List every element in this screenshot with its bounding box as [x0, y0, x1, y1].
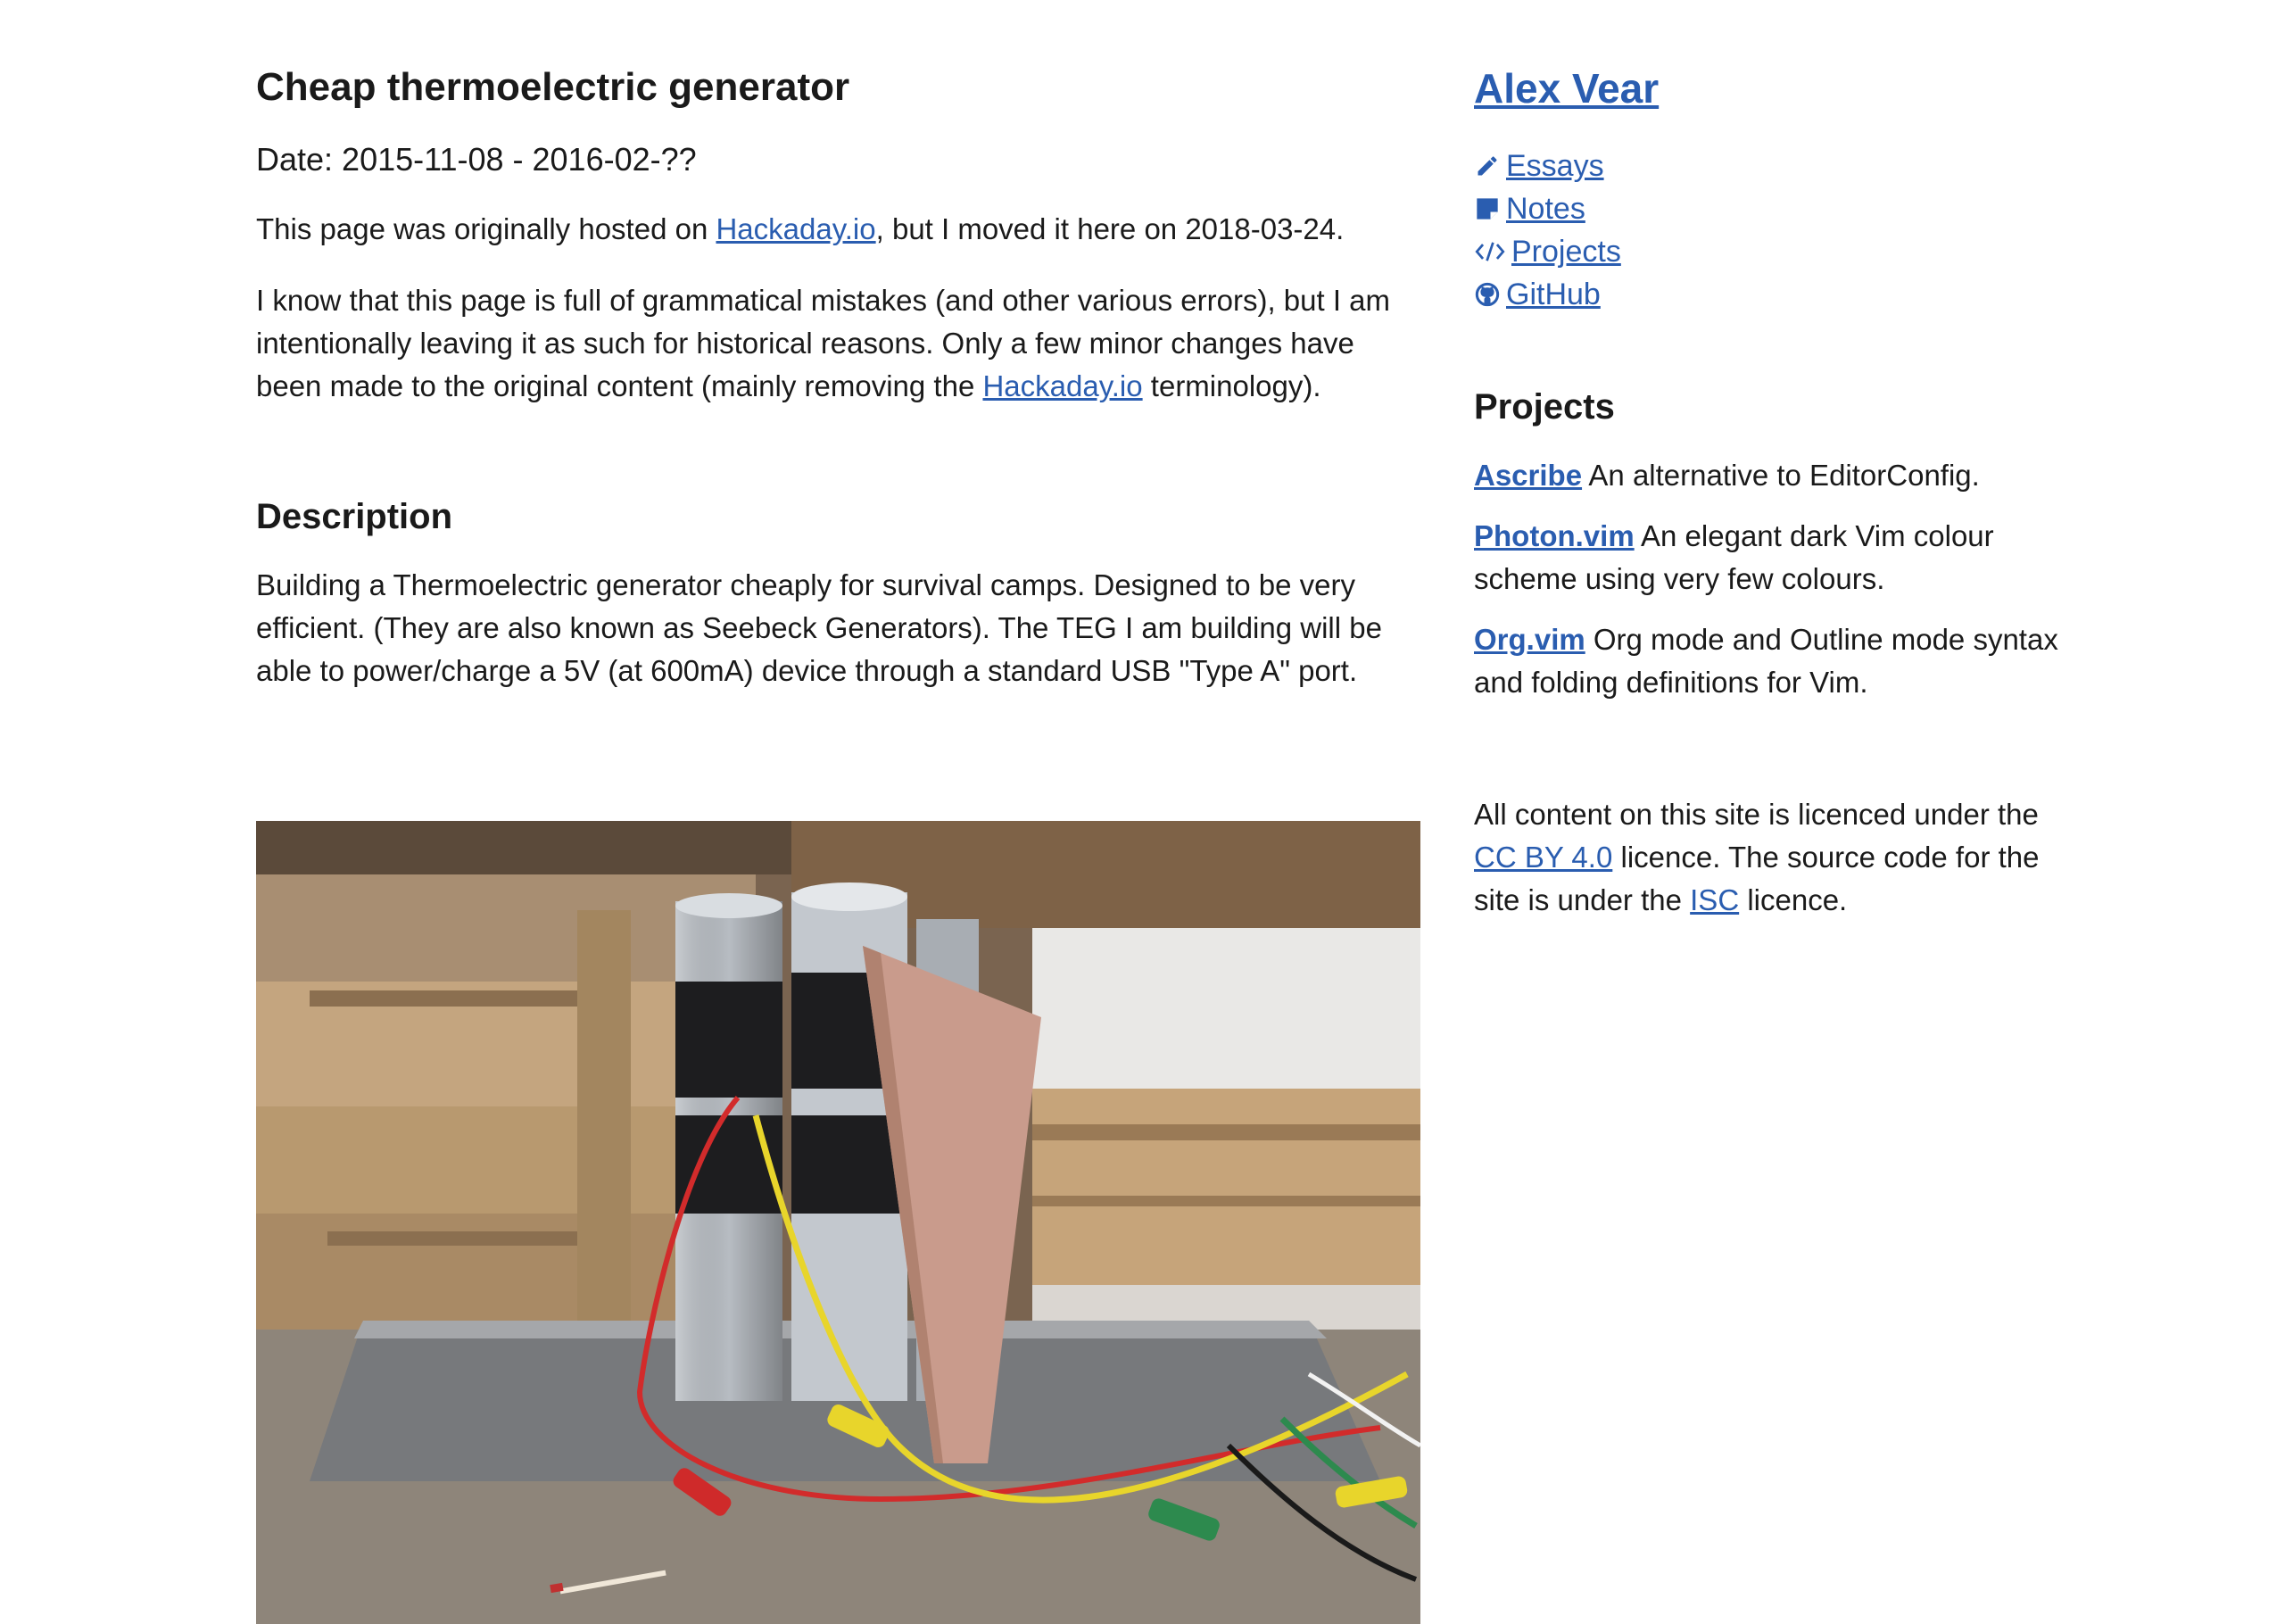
teg-photo: [256, 821, 1420, 1624]
sticky-note-icon: [1474, 195, 1501, 222]
nav-link-projects[interactable]: Projects: [1511, 230, 1621, 273]
nav-item-notes: Notes: [1474, 187, 2081, 230]
github-icon: [1474, 281, 1501, 308]
intro1-text-before: This page was originally hosted on: [256, 212, 716, 245]
intro-paragraph-1: This page was originally hosted on Hacka…: [256, 208, 1420, 251]
project-item: Org.vim Org mode and Outline mode syntax…: [1474, 618, 2081, 704]
intro1-text-after: , but I moved it here on 2018-03-24.: [875, 212, 1345, 245]
project-desc: An alternative to EditorConfig.: [1582, 459, 1980, 492]
pencil-icon: [1474, 153, 1501, 179]
project-link-photon-vim[interactable]: Photon.vim: [1474, 519, 1635, 552]
license-text-after: licence.: [1739, 883, 1848, 916]
teg-photo-illustration: [256, 821, 1420, 1624]
article-date: Date: 2015-11-08 - 2016-02-??: [256, 141, 697, 178]
site-title-link[interactable]: Alex Vear: [1474, 64, 1659, 112]
sidebar: Alex Vear Essays Notes Projects GitHub P…: [1474, 54, 2081, 950]
description-paragraph: Building a Thermoelectric generator chea…: [256, 568, 1382, 687]
nav-item-projects: Projects: [1474, 230, 2081, 273]
code-icon: [1474, 238, 1506, 265]
sidebar-nav: Essays Notes Projects GitHub: [1474, 145, 2081, 316]
project-link-org-vim[interactable]: Org.vim: [1474, 623, 1585, 656]
nav-link-notes[interactable]: Notes: [1506, 187, 1585, 230]
hackaday-link-2[interactable]: Hackaday.io: [982, 369, 1142, 402]
isc-link[interactable]: ISC: [1690, 883, 1739, 916]
project-item: Photon.vim An elegant dark Vim colour sc…: [1474, 515, 2081, 601]
nav-link-github[interactable]: GitHub: [1506, 273, 1601, 316]
nav-link-essays[interactable]: Essays: [1506, 145, 1604, 187]
intro2-text-after: terminology).: [1142, 369, 1321, 402]
projects-heading: Projects: [1474, 387, 1615, 427]
nav-item-github: GitHub: [1474, 273, 2081, 316]
nav-item-essays: Essays: [1474, 145, 2081, 187]
hackaday-link[interactable]: Hackaday.io: [716, 212, 875, 245]
description-heading: Description: [256, 497, 453, 536]
article: Cheap thermoelectric generator Date: 201…: [256, 54, 1420, 1624]
intro-paragraph-2: I know that this page is full of grammat…: [256, 279, 1420, 408]
cc-by-link[interactable]: CC BY 4.0: [1474, 841, 1612, 874]
license-notice: All content on this site is licenced und…: [1474, 793, 2081, 922]
project-link-ascribe[interactable]: Ascribe: [1474, 459, 1582, 492]
page-title: Cheap thermoelectric generator: [256, 65, 850, 109]
project-item: Ascribe An alternative to EditorConfig.: [1474, 454, 2081, 497]
license-text-before: All content on this site is licenced und…: [1474, 798, 2039, 831]
